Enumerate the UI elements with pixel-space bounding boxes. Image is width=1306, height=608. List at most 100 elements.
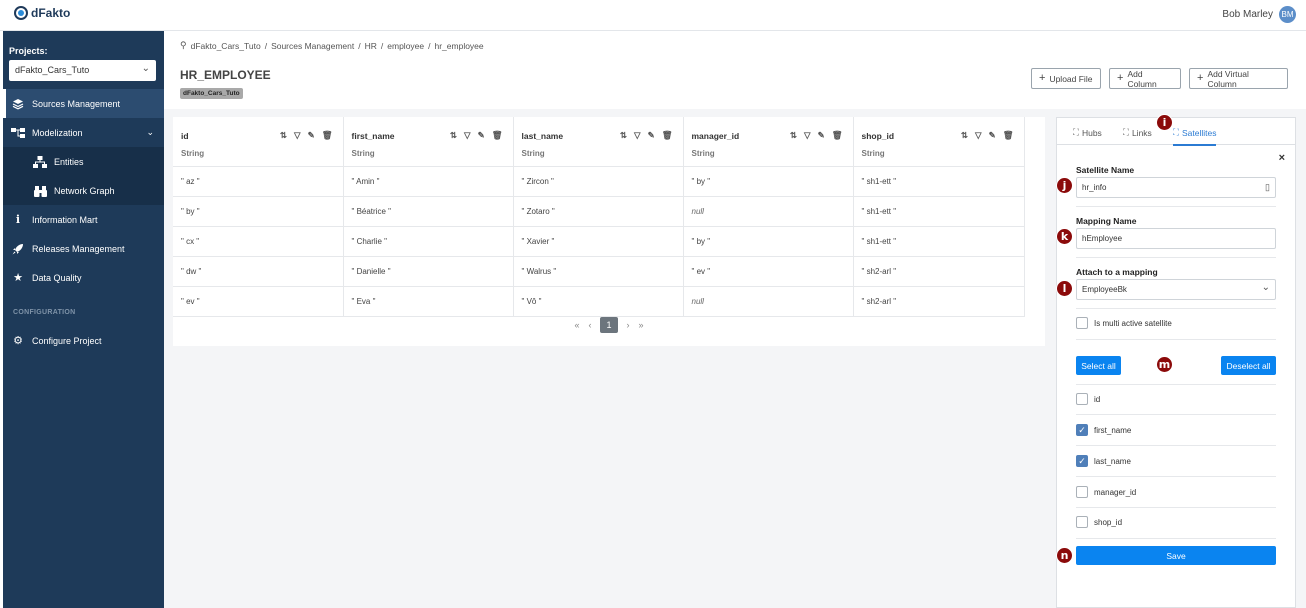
attach-mapping-select[interactable]: EmployeeBk ⌄ <box>1076 279 1276 300</box>
column-header: first_name String ⇅ ▽ ✎ 🗑 <box>343 117 514 167</box>
breadcrumb-item[interactable]: employee <box>387 41 424 51</box>
multi-active-checkbox-row[interactable]: Is multi active satellite <box>1076 317 1172 329</box>
table-cell: " az " <box>173 166 344 197</box>
sidebar-item-data-quality[interactable]: ★ Data Quality <box>3 263 164 292</box>
panel-tabs: ⛶ Hubs ⛶ Links ⛶ Satellites <box>1057 118 1295 146</box>
tab-hubs[interactable]: ⛶ Hubs <box>1073 127 1102 138</box>
add-column-button[interactable]: + Add Column <box>1109 68 1181 89</box>
sidebar-item-modelization[interactable]: Modelization ⌄ <box>3 118 164 147</box>
trash-icon[interactable]: 🗑 <box>832 130 843 141</box>
table-cell: " by " <box>683 226 854 257</box>
filter-icon[interactable]: ▽ <box>634 130 641 141</box>
chevron-down-icon: ⌄ <box>1261 282 1270 293</box>
edit-icon[interactable]: ✎ <box>648 130 655 141</box>
select-all-button[interactable]: Select all <box>1076 356 1121 375</box>
field-checkbox-row[interactable]: shop_id <box>1076 516 1122 528</box>
table-cell: " Danielle " <box>343 256 514 287</box>
breadcrumb-item[interactable]: HR <box>365 41 377 51</box>
sidebar-nav: Sources Management Modelization ⌄ Entiti… <box>3 89 164 355</box>
sidebar-item-label: Data Quality <box>32 272 82 283</box>
field-checkbox-row[interactable]: ✓ last_name <box>1076 455 1131 467</box>
project-select[interactable]: dFakto_Cars_Tuto ⌄ <box>9 60 156 81</box>
sort-icon[interactable]: ⇅ <box>620 130 627 141</box>
close-icon[interactable]: × <box>1279 152 1285 164</box>
plus-icon: + <box>1039 72 1046 84</box>
logo-text: dFakto <box>31 6 71 20</box>
table-cell: " sh2-arl " <box>853 286 1025 317</box>
field-checkbox-row[interactable]: id <box>1076 393 1100 405</box>
field-checkbox[interactable] <box>1076 486 1088 498</box>
filter-icon[interactable]: ▽ <box>804 130 811 141</box>
table-cell: " sh1-ett " <box>853 166 1025 197</box>
sort-icon[interactable]: ⇅ <box>450 130 457 141</box>
column-header: manager_id String ⇅ ▽ ✎ 🗑 <box>683 117 854 167</box>
next-page-button[interactable]: › <box>627 320 630 330</box>
edit-icon[interactable]: ✎ <box>989 130 996 141</box>
sidebar-item-information-mart[interactable]: i Information Mart <box>3 205 164 234</box>
field-checkbox-row[interactable]: manager_id <box>1076 486 1136 498</box>
sidebar-item-releases-management[interactable]: Releases Management <box>3 234 164 263</box>
field-checkbox[interactable] <box>1076 516 1088 528</box>
project-tag: dFakto_Cars_Tuto <box>180 88 243 99</box>
table-cell: " Béatrice " <box>343 196 514 227</box>
field-checkbox[interactable] <box>1076 393 1088 405</box>
table-cell: " sh1-ett " <box>853 226 1025 257</box>
attach-mapping-label: Attach to a mapping <box>1076 267 1158 277</box>
upload-file-button[interactable]: + Upload File <box>1031 68 1101 89</box>
data-table: id String ⇅ ▽ ✎ 🗑 first_name String ⇅ ▽ ✎ 🗑 la… <box>173 117 1025 317</box>
keyboard-icon: ▯ <box>1265 182 1270 192</box>
edit-icon[interactable]: ✎ <box>478 130 485 141</box>
annotation-marker-l: l <box>1056 280 1073 297</box>
hierarchy-icon <box>11 126 25 140</box>
sort-icon[interactable]: ⇅ <box>280 130 287 141</box>
filter-icon[interactable]: ▽ <box>464 130 471 141</box>
last-page-button[interactable]: » <box>639 320 644 330</box>
field-checkbox[interactable]: ✓ <box>1076 424 1088 436</box>
breadcrumb-item[interactable]: Sources Management <box>271 41 354 51</box>
trash-icon[interactable]: 🗑 <box>1003 130 1014 141</box>
app-logo[interactable]: dFakto <box>14 6 70 20</box>
field-checkbox-row[interactable]: ✓ first_name <box>1076 424 1131 436</box>
prev-page-button[interactable]: ‹ <box>588 320 591 330</box>
sitemap-icon: ⛶ <box>1073 127 1079 137</box>
mapping-name-input[interactable]: hEmployee <box>1076 228 1276 249</box>
table-row: " cx " " Charlie " " Xavier " " by " " s… <box>173 226 1025 257</box>
avatar[interactable]: BM <box>1279 6 1296 23</box>
column-header: last_name String ⇅ ▽ ✎ 🗑 <box>513 117 684 167</box>
page-header: ⚲ dFakto_Cars_Tuto / Sources Management … <box>164 31 1306 109</box>
sidebar-item-configure-project[interactable]: ⚙ Configure Project <box>3 326 164 355</box>
trash-icon[interactable]: 🗑 <box>662 130 673 141</box>
tab-satellites[interactable]: ⛶ Satellites <box>1173 127 1217 146</box>
save-button[interactable]: Save <box>1076 546 1276 565</box>
satellite-name-input[interactable]: hr_info ▯ <box>1076 177 1276 198</box>
edit-icon[interactable]: ✎ <box>818 130 825 141</box>
gear-icon: ⚙ <box>13 335 23 347</box>
page-button-current[interactable]: 1 <box>600 317 618 333</box>
sidebar-item-entities[interactable]: Entities <box>3 147 164 176</box>
deselect-all-button[interactable]: Deselect all <box>1221 356 1276 375</box>
sort-icon[interactable]: ⇅ <box>961 130 968 141</box>
table-cell: " by " <box>683 166 854 197</box>
sidebar-item-label: Modelization <box>32 127 83 138</box>
sort-icon[interactable]: ⇅ <box>790 130 797 141</box>
trash-icon[interactable]: 🗑 <box>492 130 503 141</box>
table-cell: null <box>683 196 854 227</box>
sidebar-item-network-graph[interactable]: Network Graph <box>3 176 164 205</box>
sidebar-item-label: Configure Project <box>32 335 102 346</box>
filter-icon[interactable]: ▽ <box>294 130 301 141</box>
table-cell: " Walrus " <box>513 256 684 287</box>
add-virtual-column-button[interactable]: + Add Virtual Column <box>1189 68 1288 89</box>
filter-icon[interactable]: ▽ <box>975 130 982 141</box>
user-menu[interactable]: Bob Marley BM <box>1222 6 1296 23</box>
multi-active-checkbox[interactable] <box>1076 317 1088 329</box>
sidebar-item-sources-management[interactable]: Sources Management <box>3 89 164 118</box>
breadcrumb: ⚲ dFakto_Cars_Tuto / Sources Management … <box>180 40 484 51</box>
tab-links[interactable]: ⛶ Links <box>1123 127 1152 138</box>
field-checkbox[interactable]: ✓ <box>1076 455 1088 467</box>
edit-icon[interactable]: ✎ <box>308 130 315 141</box>
first-page-button[interactable]: « <box>574 320 579 330</box>
breadcrumb-item[interactable]: dFakto_Cars_Tuto <box>191 41 261 51</box>
trash-icon[interactable]: 🗑 <box>322 130 333 141</box>
table-row: " dw " " Danielle " " Walrus " " ev " " … <box>173 256 1025 287</box>
table-cell: " by " <box>173 196 344 227</box>
